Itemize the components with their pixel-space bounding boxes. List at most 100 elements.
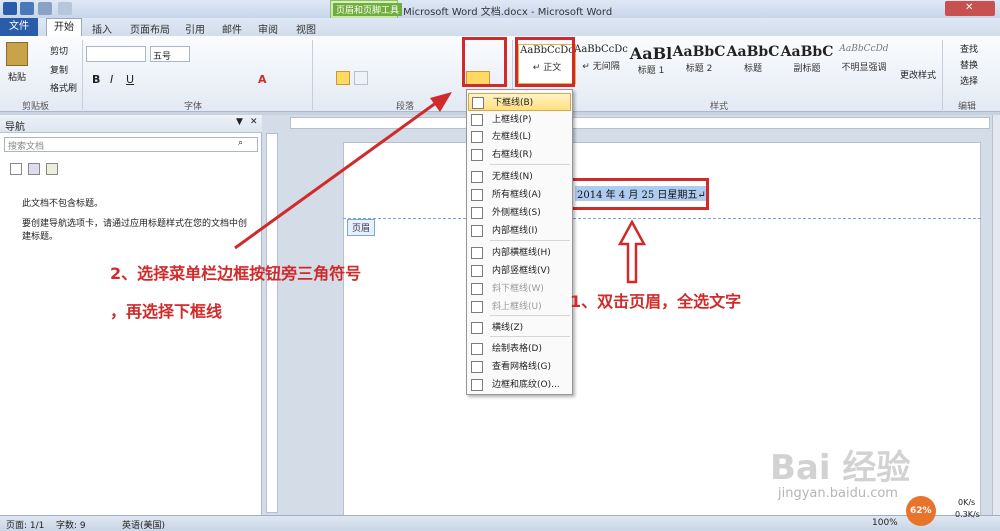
border-menu-item-label: 内部横框线(H): [492, 248, 551, 258]
border-menu-item[interactable]: 绘制表格(D): [468, 340, 571, 358]
tab-insert[interactable]: 插入: [92, 21, 112, 36]
find-button[interactable]: 查找: [960, 42, 978, 55]
style-name: 不明显强调: [841, 63, 887, 73]
border-menu-item[interactable]: 右框线(R): [468, 146, 571, 164]
border-option-icon: [471, 114, 483, 126]
pane-menu-icon[interactable]: ▼: [236, 117, 243, 127]
bold-button[interactable]: B: [92, 73, 100, 86]
style-sample: AaBbC: [672, 44, 726, 60]
italic-button[interactable]: I: [110, 73, 113, 86]
vertical-ruler[interactable]: [266, 133, 278, 513]
border-option-icon: [471, 265, 483, 277]
border-menu-item[interactable]: 边框和底纹(O)...: [468, 376, 571, 394]
border-menu-item-label: 所有框线(A): [492, 190, 542, 200]
underline-button[interactable]: U: [126, 73, 134, 86]
border-option-icon: [471, 131, 483, 143]
pages-tab-icon[interactable]: [28, 163, 40, 175]
border-option-icon: [471, 189, 483, 201]
annotation-step2-cont: ，再选择下框线: [110, 302, 223, 321]
nav-empty-text: 此文档不包含标题。: [22, 199, 104, 209]
close-icon[interactable]: ✕: [250, 117, 258, 127]
border-menu-item-label: 外侧框线(S): [492, 208, 541, 218]
border-menu-item-label: 边框和底纹(O)...: [492, 380, 560, 390]
divider: [942, 40, 943, 110]
border-menu-item-label: 内部框线(I): [492, 226, 538, 236]
border-menu-item[interactable]: 内部横框线(H): [468, 244, 571, 262]
paste-icon[interactable]: [6, 42, 28, 66]
border-menu-item[interactable]: 无框线(N): [468, 168, 571, 186]
paste-button[interactable]: 粘贴: [8, 70, 26, 83]
tab-file[interactable]: 文件: [0, 18, 38, 36]
format-painter-button[interactable]: 格式刷: [50, 81, 77, 94]
style-title[interactable]: AaBbC 标题: [724, 44, 782, 84]
navigation-pane-header: [0, 115, 262, 133]
horizontal-ruler[interactable]: [290, 117, 990, 129]
menu-separator: [490, 315, 570, 316]
editing-group-label: 编辑: [958, 102, 977, 112]
border-menu-item[interactable]: 横线(Z): [468, 319, 571, 337]
undo-icon[interactable]: [38, 2, 52, 15]
border-menu-item-label: 查看网格线(G): [492, 362, 551, 372]
border-menu-item-label: 无框线(N): [492, 172, 533, 182]
highlight-box: [462, 37, 507, 87]
tab-review[interactable]: 审阅: [258, 21, 278, 36]
border-menu-item[interactable]: 左框线(L): [468, 128, 571, 146]
copy-button[interactable]: 复制: [50, 63, 68, 76]
window-title: 新建 Microsoft Word 文档.docx - Microsoft Wo…: [380, 7, 613, 18]
context-group-label: 页眉和页脚工具: [333, 3, 403, 16]
border-menu-item[interactable]: 下框线(B): [468, 93, 571, 111]
font-color-button[interactable]: A: [258, 73, 267, 86]
tab-view[interactable]: 视图: [296, 21, 316, 36]
close-icon: ✕: [965, 2, 974, 13]
style-name: 标题: [743, 64, 762, 74]
vertical-scrollbar[interactable]: [992, 115, 1000, 515]
border-menu-item[interactable]: 上框线(P): [468, 111, 571, 129]
word-icon: [3, 2, 17, 15]
style-heading-2[interactable]: AaBbC 标题 2: [670, 44, 728, 84]
replace-button[interactable]: 替换: [960, 58, 978, 71]
change-styles-button[interactable]: 更改样式: [900, 68, 936, 81]
results-tab-icon[interactable]: [46, 163, 58, 175]
headings-tab-icon[interactable]: [10, 163, 22, 175]
word-count[interactable]: 字数: 9: [56, 518, 86, 531]
watermark-brand: Bai 经验: [770, 448, 911, 488]
header-boundary: [343, 218, 981, 219]
save-icon[interactable]: [20, 2, 34, 15]
paragraph-group-label: 段落: [396, 102, 415, 112]
font-group-label: 字体: [184, 102, 203, 112]
tab-home[interactable]: 开始: [46, 18, 82, 36]
font-name-input[interactable]: [86, 46, 146, 62]
tab-page-layout[interactable]: 页面布局: [130, 21, 170, 36]
tab-references[interactable]: 引用: [185, 21, 205, 36]
border-option-icon: [471, 171, 483, 183]
menu-separator: [490, 336, 570, 337]
border-option-icon: [471, 361, 483, 373]
search-icon[interactable]: ⌕: [238, 138, 243, 148]
border-menu-item[interactable]: 查看网格线(G): [468, 358, 571, 376]
zoom-level[interactable]: 100%: [872, 518, 898, 528]
cut-button[interactable]: 剪切: [50, 44, 68, 57]
style-sample: AaBbC: [780, 44, 834, 60]
font-size-value: 五号: [153, 52, 172, 62]
border-option-icon: [471, 149, 483, 161]
border-menu-item[interactable]: 内部竖框线(V): [468, 262, 571, 280]
border-menu-item[interactable]: 内部框线(I): [468, 222, 571, 240]
border-menu-item[interactable]: 外侧框线(S): [468, 204, 571, 222]
divider: [312, 40, 313, 110]
align-center-button[interactable]: [354, 71, 368, 85]
language-indicator[interactable]: 英语(美国): [122, 518, 165, 531]
border-option-icon: [471, 379, 483, 391]
tab-mailings[interactable]: 邮件: [222, 21, 242, 36]
border-menu-item[interactable]: 所有框线(A): [468, 186, 571, 204]
header-tag: 页眉: [347, 219, 376, 236]
style-subtle-emphasis[interactable]: AaBbCcDd 不明显强调: [834, 44, 894, 84]
select-button[interactable]: 选择: [960, 74, 978, 87]
redo-icon[interactable]: [58, 2, 72, 15]
menu-separator: [490, 164, 570, 165]
border-option-icon: [471, 283, 483, 295]
align-left-button[interactable]: [336, 71, 350, 85]
border-option-icon: [471, 247, 483, 259]
style-subtitle[interactable]: AaBbC 副标题: [778, 44, 836, 84]
page-count[interactable]: 页面: 1/1: [6, 518, 44, 531]
net-meter-percent: 62%: [910, 506, 932, 516]
